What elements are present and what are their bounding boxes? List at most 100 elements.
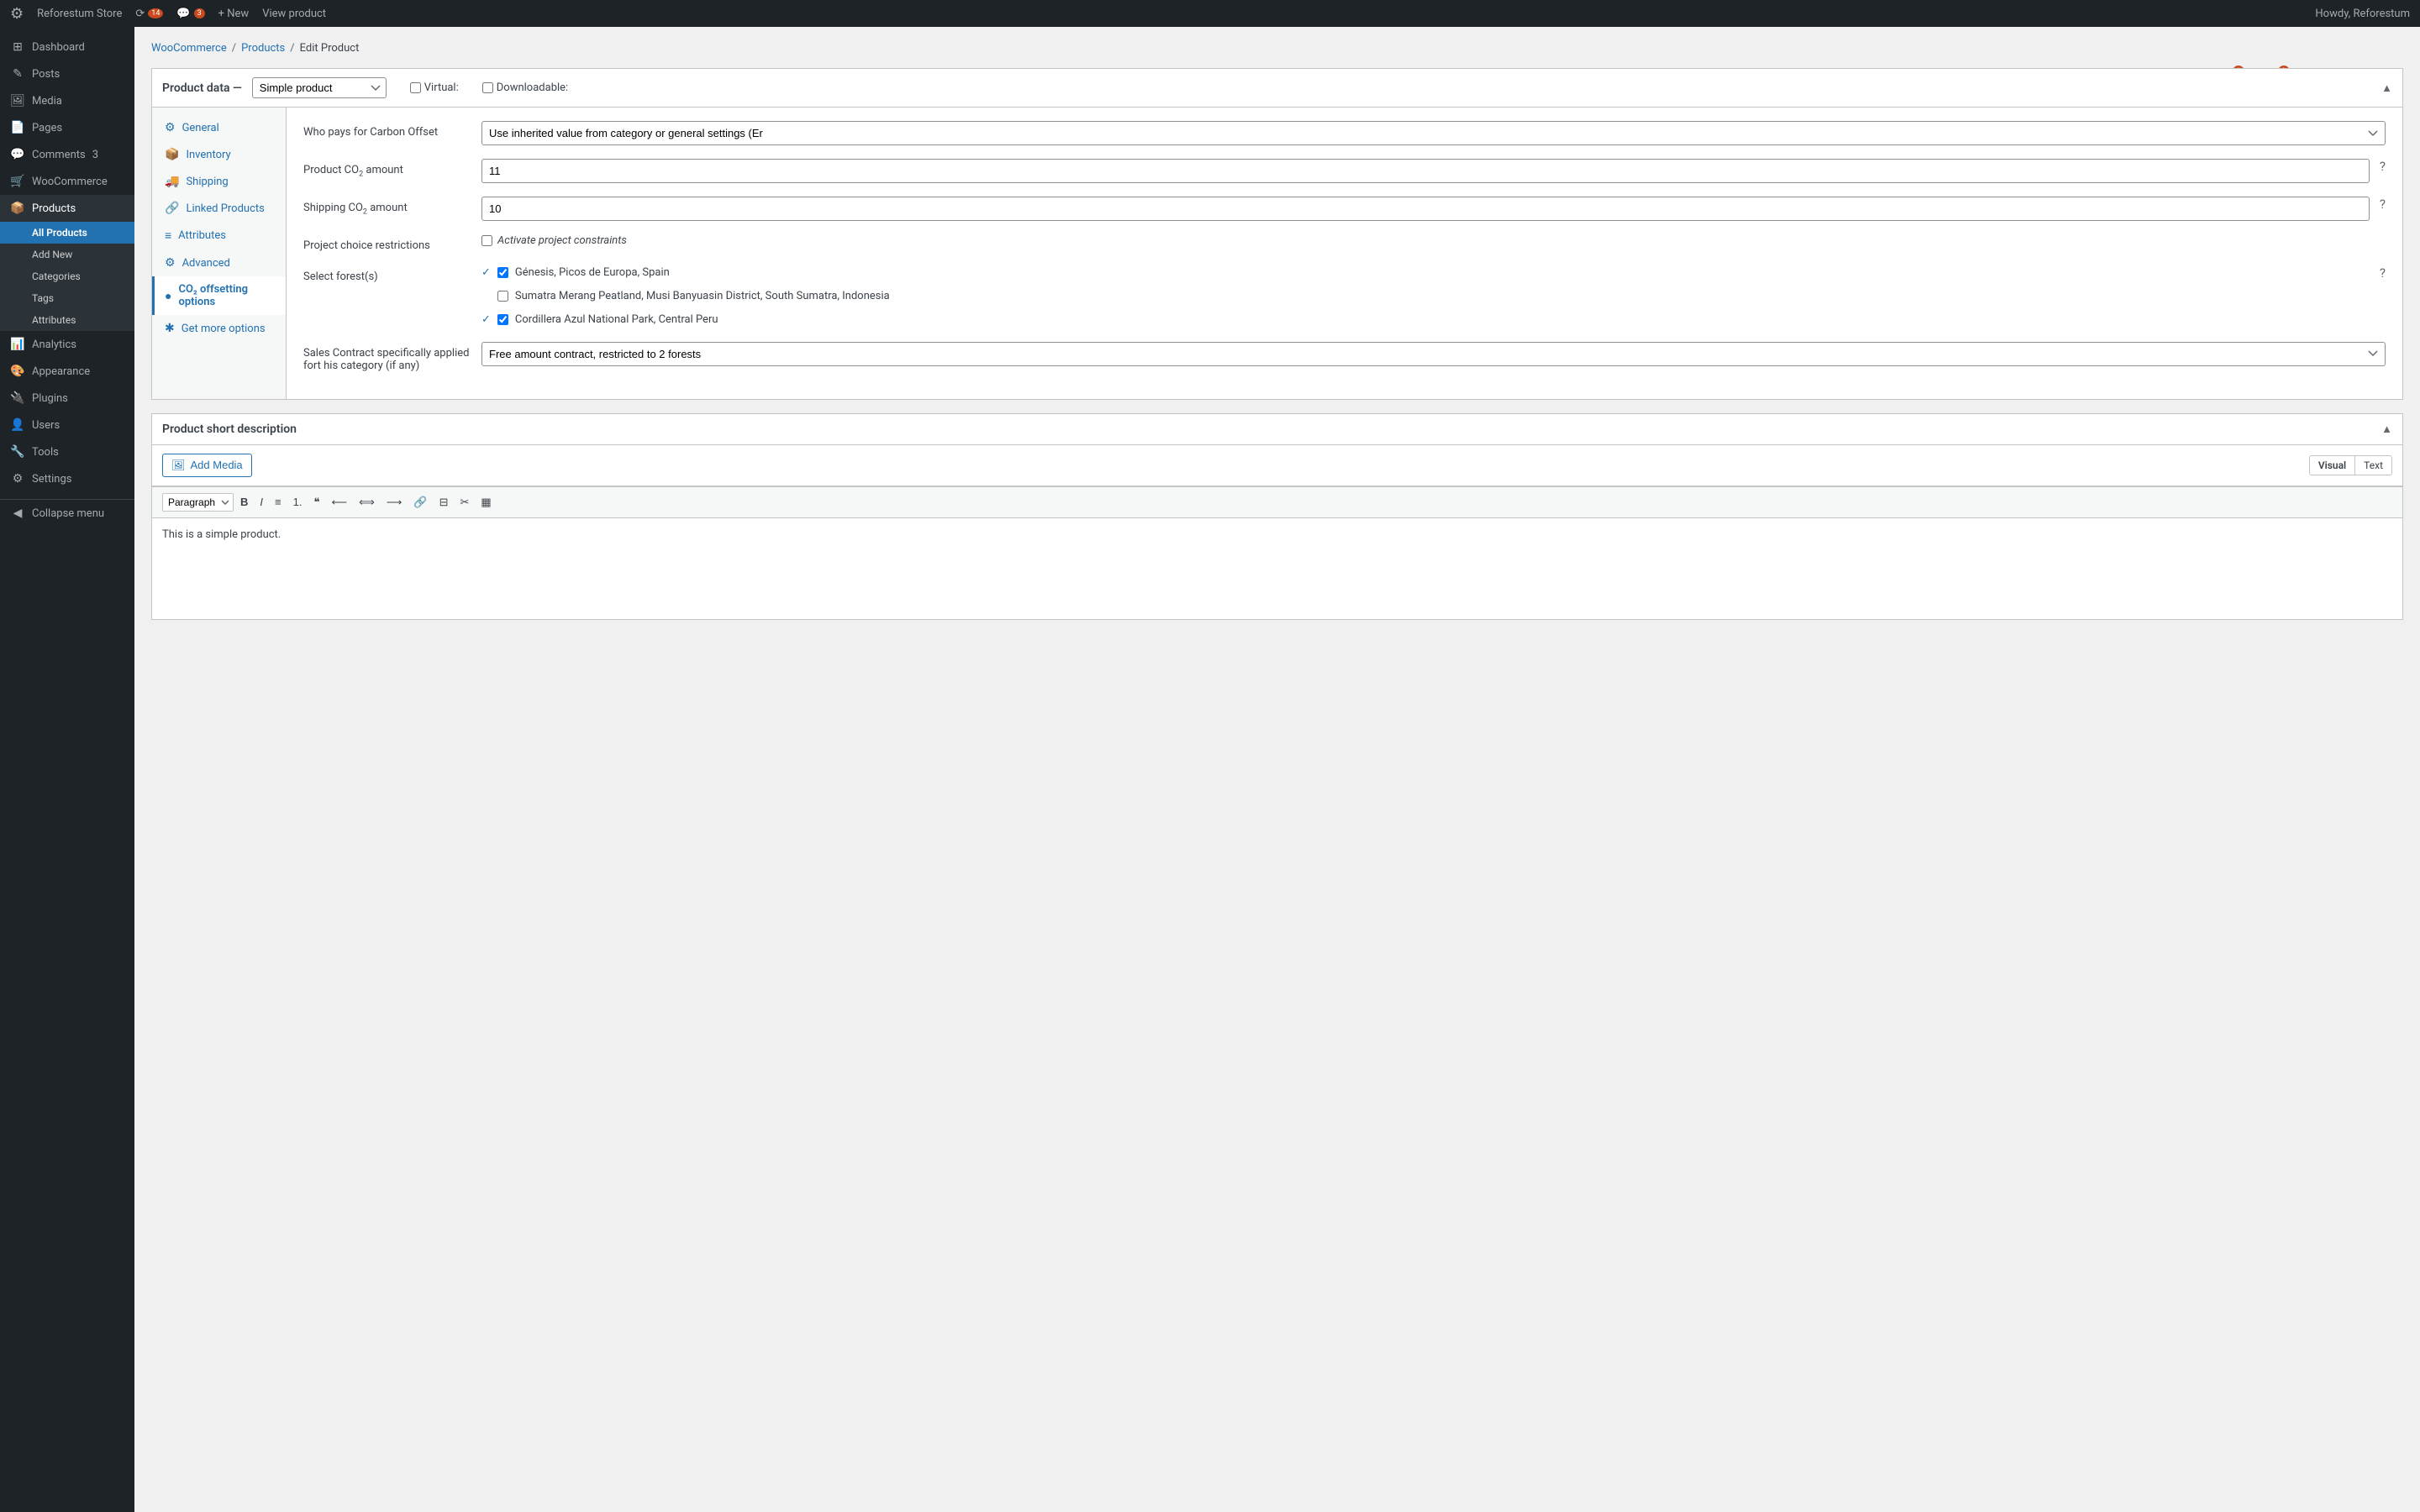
- forest2-checkbox[interactable]: [497, 291, 508, 302]
- horizontal-rule-button[interactable]: ⊟: [434, 492, 454, 512]
- sidebar-item-pages[interactable]: 📄 Pages: [0, 114, 134, 141]
- tools-icon: 🔧: [10, 445, 25, 459]
- visual-tab[interactable]: Visual: [2309, 455, 2355, 475]
- tab-general[interactable]: ⚙ General: [152, 114, 286, 141]
- downloadable-checkbox[interactable]: [482, 82, 493, 93]
- products-submenu: All Products Add New Categories Tags Att…: [0, 222, 134, 331]
- adminbar-howdy: Howdy, Reforestum: [2315, 8, 2410, 20]
- adminbar-view-product[interactable]: View product: [262, 8, 326, 20]
- text-tab[interactable]: Text: [2355, 455, 2392, 475]
- visual-text-tabs: Visual Text: [2309, 455, 2392, 475]
- forest3-check-icon: ✓: [481, 313, 491, 326]
- sidebar-item-plugins[interactable]: 🔌 Plugins: [0, 385, 134, 412]
- blockquote-button[interactable]: ❝: [308, 492, 324, 512]
- virtual-checkbox[interactable]: [410, 82, 421, 93]
- sidebar-item-add-new[interactable]: Add New: [0, 244, 134, 265]
- tab-shipping[interactable]: 🚚 Shipping: [152, 168, 286, 195]
- breadcrumb-woocommerce[interactable]: WooCommerce: [151, 42, 227, 55]
- unordered-list-button[interactable]: ≡: [270, 492, 287, 512]
- product-co2-input[interactable]: [481, 159, 2370, 183]
- sidebar-item-tools[interactable]: 🔧 Tools: [0, 438, 134, 465]
- collapse-icon: ◀: [10, 507, 25, 520]
- appearance-icon: 🎨: [10, 365, 25, 378]
- sidebar-item-comments[interactable]: 💬 Comments 3: [0, 141, 134, 168]
- align-left-button[interactable]: ⟵: [326, 492, 352, 512]
- sidebar-item-all-products[interactable]: All Products: [0, 222, 134, 244]
- sidebar-item-appearance[interactable]: 🎨 Appearance: [0, 358, 134, 385]
- adminbar-site[interactable]: Reforestum Store: [37, 8, 122, 20]
- product-co2-field: [481, 159, 2370, 183]
- project-choice-checkbox-label[interactable]: Activate project constraints: [481, 234, 2386, 247]
- postbox-collapse-button[interactable]: ▲: [2381, 81, 2392, 95]
- forests-help-icon[interactable]: ?: [2380, 265, 2386, 281]
- shipping-tab-icon: 🚚: [165, 175, 179, 188]
- short-description-body: 🖼 Add Media Visual Text Paragraph: [152, 445, 2402, 619]
- tab-advanced[interactable]: ⚙ Advanced: [152, 249, 286, 276]
- product-co2-help-icon[interactable]: ?: [2380, 159, 2386, 174]
- product-data-body: ⚙ General 📦 Inventory 🚚 Shipping 🔗: [152, 108, 2402, 399]
- co2-panel: Who pays for Carbon Offset Use inherited…: [287, 108, 2402, 399]
- forest1-name: Génesis, Picos de Europa, Spain: [515, 265, 670, 281]
- align-right-button[interactable]: ⟶: [381, 492, 408, 512]
- collapse-menu[interactable]: ◀ Collapse menu: [0, 499, 134, 527]
- advanced-tab-icon: ⚙: [165, 256, 176, 270]
- table-button[interactable]: ▦: [476, 492, 496, 512]
- short-desc-collapse-button[interactable]: ▲: [2381, 423, 2392, 436]
- tab-linked-products[interactable]: 🔗 Linked Products: [152, 195, 286, 222]
- pages-icon: 📄: [10, 121, 25, 134]
- shipping-co2-row: Shipping CO2 amount ?: [303, 197, 2386, 221]
- product-tabs: ⚙ General 📦 Inventory 🚚 Shipping 🔗: [152, 108, 287, 399]
- sidebar-item-tags[interactable]: Tags: [0, 287, 134, 309]
- who-pays-label: Who pays for Carbon Offset: [303, 121, 471, 139]
- project-choice-label: Project choice restrictions: [303, 234, 471, 252]
- forest-item-3: ✓ Cordillera Azul National Park, Central…: [481, 312, 2370, 328]
- project-choice-checkbox[interactable]: [481, 235, 492, 246]
- forest2-name: Sumatra Merang Peatland, Musi Banyuasin …: [515, 289, 890, 304]
- product-type-select[interactable]: Simple product: [252, 77, 387, 98]
- admin-bar: ⚙ Reforestum Store ⟳ 14 💬 3 + New View p…: [0, 0, 2420, 27]
- sidebar-item-woocommerce[interactable]: 🛒 WooCommerce: [0, 168, 134, 195]
- sidebar-item-analytics[interactable]: 📊 Analytics: [0, 331, 134, 358]
- forest3-checkbox[interactable]: [497, 314, 508, 325]
- who-pays-select[interactable]: Use inherited value from category or gen…: [481, 121, 2386, 145]
- paragraph-select[interactable]: Paragraph: [162, 493, 234, 512]
- sidebar-item-settings[interactable]: ⚙ Settings: [0, 465, 134, 492]
- bold-button[interactable]: B: [235, 492, 253, 512]
- ordered-list-button[interactable]: 1.: [288, 492, 308, 512]
- align-center-button[interactable]: ⟺: [354, 492, 380, 512]
- forest1-checkbox[interactable]: [497, 267, 508, 278]
- sidebar-item-dashboard[interactable]: ⊞ Dashboard: [0, 34, 134, 60]
- inventory-tab-icon: 📦: [165, 148, 179, 161]
- fullscreen-button[interactable]: ✂: [455, 492, 474, 512]
- short-description-title: Product short description: [162, 423, 2381, 436]
- wp-logo[interactable]: ⚙: [10, 5, 24, 23]
- media-icon: 🖼: [10, 94, 25, 108]
- add-media-button[interactable]: 🖼 Add Media: [162, 454, 252, 477]
- editor-content[interactable]: This is a simple product.: [152, 518, 2402, 619]
- adminbar-new[interactable]: + New: [218, 8, 250, 20]
- sidebar-item-categories[interactable]: Categories: [0, 265, 134, 287]
- adminbar-updates[interactable]: ⟳ 14: [135, 8, 163, 20]
- shipping-co2-input[interactable]: [481, 197, 2370, 221]
- breadcrumb-products[interactable]: Products: [241, 42, 285, 55]
- sidebar-item-products[interactable]: 📦 Products: [0, 195, 134, 222]
- tab-attributes[interactable]: ≡ Attributes: [152, 222, 286, 249]
- link-button[interactable]: 🔗: [408, 492, 432, 512]
- adminbar-comments[interactable]: 💬 3: [176, 8, 204, 20]
- shipping-co2-help-icon[interactable]: ?: [2380, 197, 2386, 212]
- woocommerce-icon: 🛒: [10, 175, 25, 188]
- sales-contract-select[interactable]: Free amount contract, restricted to 2 fo…: [481, 342, 2386, 366]
- sidebar-item-users[interactable]: 👤 Users: [0, 412, 134, 438]
- tab-co2-offsetting[interactable]: ● CO₂ offsetting options: [152, 276, 286, 315]
- sidebar-item-attributes[interactable]: Attributes: [0, 309, 134, 331]
- dashboard-icon: ⊞: [10, 40, 25, 54]
- breadcrumb-current: Edit Product: [300, 42, 360, 55]
- italic-button[interactable]: I: [255, 492, 268, 512]
- tab-get-more[interactable]: ✱ Get more options: [152, 315, 286, 342]
- sidebar-item-media[interactable]: 🖼 Media: [0, 87, 134, 114]
- sidebar-item-posts[interactable]: ✎ Posts: [0, 60, 134, 87]
- analytics-icon: 📊: [10, 338, 25, 351]
- tab-inventory[interactable]: 📦 Inventory: [152, 141, 286, 168]
- plugins-icon: 🔌: [10, 391, 25, 405]
- short-description-header: Product short description ▲: [152, 414, 2402, 445]
